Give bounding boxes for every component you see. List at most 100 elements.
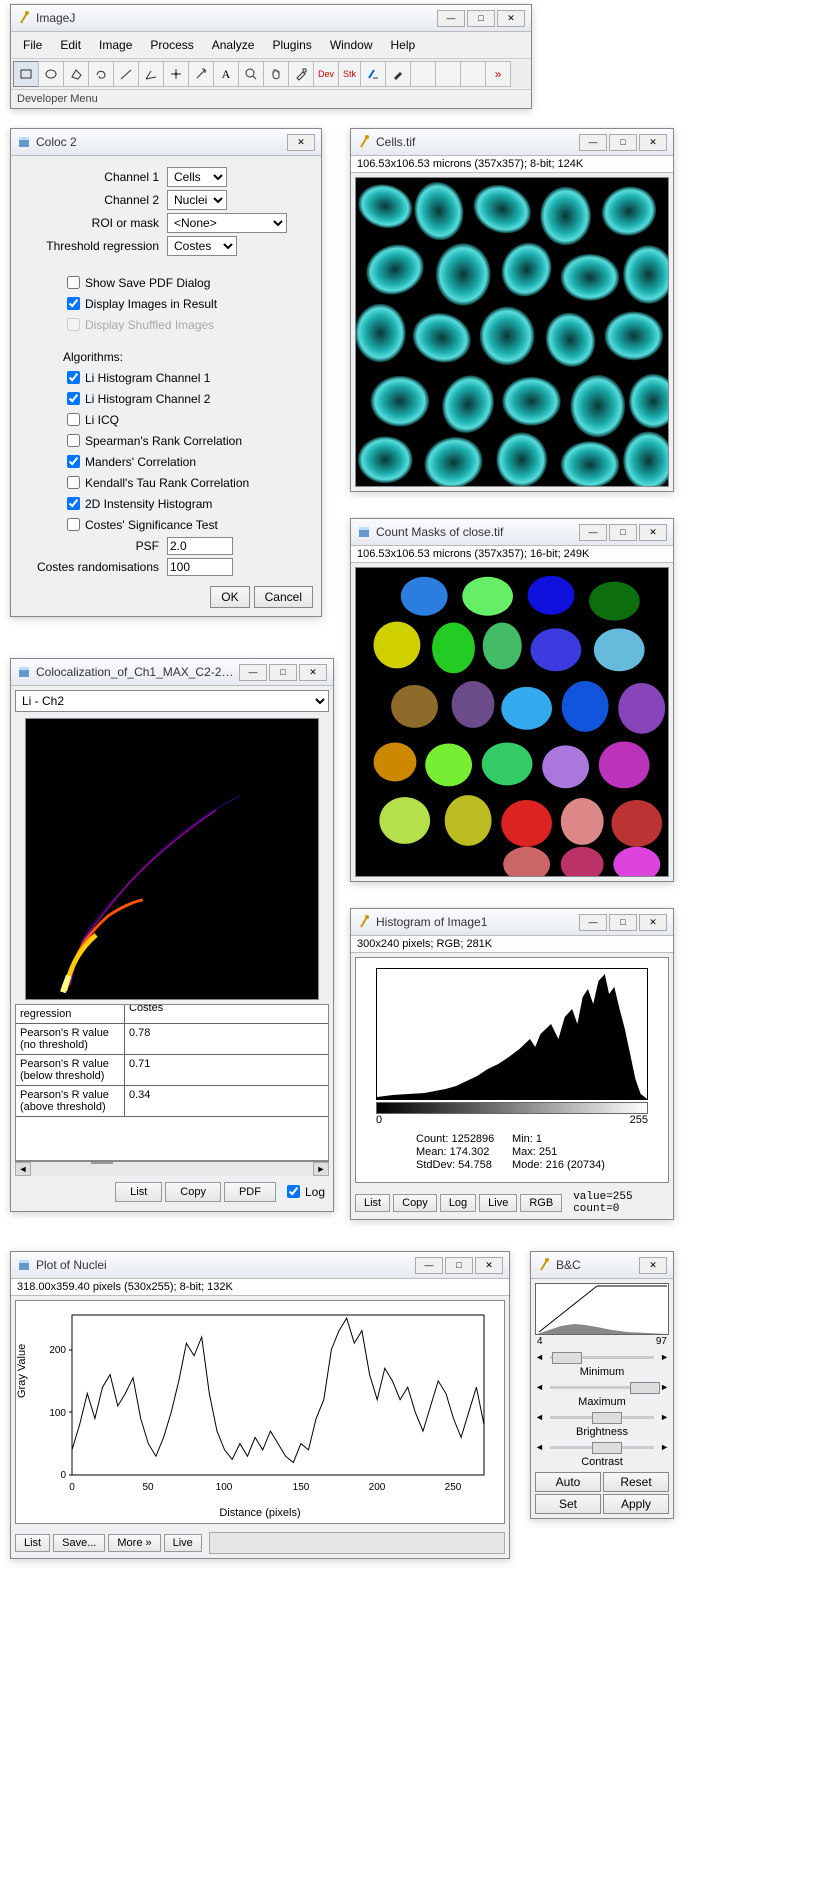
set-button[interactable]: Set (535, 1494, 601, 1514)
picker-tool-icon[interactable] (288, 61, 314, 87)
stk-button[interactable]: Stk (338, 61, 361, 87)
menu-edit[interactable]: Edit (52, 35, 89, 55)
h-scrollbar[interactable]: ◄ ► (15, 1161, 329, 1176)
scroll-right-icon[interactable]: ► (660, 1382, 669, 1392)
close-button[interactable]: ✕ (639, 1257, 667, 1274)
line-tool-icon[interactable] (113, 61, 139, 87)
scroll-left-icon[interactable]: ◄ (535, 1442, 544, 1452)
kend-checkbox[interactable] (67, 476, 80, 489)
scroll-right-button[interactable]: ► (313, 1162, 329, 1176)
close-button[interactable]: ✕ (639, 134, 667, 151)
scroll-right-icon[interactable]: ► (660, 1352, 669, 1362)
cost-checkbox[interactable] (67, 518, 80, 531)
scroll-left-button[interactable]: ◄ (15, 1162, 31, 1176)
freehand-tool-icon[interactable] (88, 61, 114, 87)
copy-button[interactable]: Copy (165, 1182, 221, 1202)
rand-input[interactable] (167, 558, 233, 576)
pdf-checkbox[interactable] (67, 276, 80, 289)
ch1-select[interactable]: Cells (167, 167, 227, 187)
li1-checkbox[interactable] (67, 371, 80, 384)
text-tool-icon[interactable]: A (213, 61, 239, 87)
li2-checkbox[interactable] (67, 392, 80, 405)
dev-button[interactable]: Dev (313, 61, 339, 87)
mand-checkbox[interactable] (67, 455, 80, 468)
reset-button[interactable]: Reset (603, 1472, 669, 1492)
menu-process[interactable]: Process (142, 35, 201, 55)
result-view-select[interactable]: Li - Ch2 (15, 690, 329, 712)
thresh-select[interactable]: Costes (167, 236, 237, 256)
more-tools-button[interactable]: » (485, 61, 511, 87)
scroll-left-icon[interactable]: ◄ (535, 1412, 544, 1422)
close-button[interactable]: ✕ (299, 664, 327, 681)
ok-button[interactable]: OK (210, 586, 249, 608)
apply-button[interactable]: Apply (603, 1494, 669, 1514)
live-button[interactable]: Live (479, 1194, 517, 1212)
brush-tool-icon[interactable] (385, 61, 411, 87)
zoom-tool-icon[interactable] (238, 61, 264, 87)
pdf-button[interactable]: PDF (224, 1182, 276, 1202)
hist-checkbox[interactable] (67, 497, 80, 510)
minimize-button[interactable]: ― (437, 10, 465, 27)
close-button[interactable]: ✕ (475, 1257, 503, 1274)
oval-tool-icon[interactable] (38, 61, 64, 87)
maximize-button[interactable]: □ (609, 914, 637, 931)
spear-checkbox[interactable] (67, 434, 80, 447)
ch2-select[interactable]: Nuclei (167, 190, 227, 210)
cancel-button[interactable]: Cancel (254, 586, 313, 608)
minimize-button[interactable]: ― (579, 134, 607, 151)
wand-tool-icon[interactable] (188, 61, 214, 87)
log-checkbox[interactable] (287, 1185, 300, 1198)
close-button[interactable]: ✕ (639, 524, 667, 541)
list-button[interactable]: List (355, 1194, 390, 1212)
blank-tool-3[interactable] (460, 61, 486, 87)
brightness-slider[interactable] (550, 1410, 654, 1424)
close-button[interactable]: ✕ (497, 10, 525, 27)
maximize-button[interactable]: □ (269, 664, 297, 681)
min-slider[interactable] (550, 1350, 654, 1364)
close-button[interactable]: ✕ (287, 134, 315, 151)
contrast-slider[interactable] (550, 1440, 654, 1454)
copy-button[interactable]: Copy (393, 1194, 437, 1212)
blank-tool-2[interactable] (435, 61, 461, 87)
scroll-thumb[interactable] (91, 1162, 113, 1164)
hand-tool-icon[interactable] (263, 61, 289, 87)
scroll-right-icon[interactable]: ► (660, 1412, 669, 1422)
menu-help[interactable]: Help (383, 35, 424, 55)
save-button[interactable]: Save... (53, 1534, 105, 1552)
icq-checkbox[interactable] (67, 413, 80, 426)
minimize-button[interactable]: ― (579, 914, 607, 931)
minimize-button[interactable]: ― (415, 1257, 443, 1274)
minimize-button[interactable]: ― (239, 664, 267, 681)
menu-window[interactable]: Window (322, 35, 381, 55)
maximize-button[interactable]: □ (467, 10, 495, 27)
max-slider[interactable] (550, 1380, 654, 1394)
close-button[interactable]: ✕ (639, 914, 667, 931)
lut-tool-icon[interactable] (360, 61, 386, 87)
maximize-button[interactable]: □ (445, 1257, 473, 1274)
roi-select[interactable]: <None> (167, 213, 287, 233)
rect-tool-icon[interactable] (13, 61, 39, 87)
live-button[interactable]: Live (164, 1534, 202, 1552)
minimize-button[interactable]: ― (579, 524, 607, 541)
scroll-left-icon[interactable]: ◄ (535, 1352, 544, 1362)
disp-checkbox[interactable] (67, 297, 80, 310)
more-button[interactable]: More » (108, 1534, 160, 1552)
menu-image[interactable]: Image (91, 35, 140, 55)
list-button[interactable]: List (15, 1534, 50, 1552)
point-tool-icon[interactable] (163, 61, 189, 87)
menu-file[interactable]: File (15, 35, 50, 55)
scroll-right-icon[interactable]: ► (660, 1442, 669, 1452)
masks-image[interactable] (355, 567, 669, 877)
rgb-button[interactable]: RGB (520, 1194, 562, 1212)
menu-plugins[interactable]: Plugins (264, 35, 319, 55)
cells-image[interactable] (355, 177, 669, 487)
menu-analyze[interactable]: Analyze (204, 35, 263, 55)
psf-input[interactable] (167, 537, 233, 555)
polygon-tool-icon[interactable] (63, 61, 89, 87)
log-button[interactable]: Log (440, 1194, 476, 1212)
list-button[interactable]: List (115, 1182, 162, 1202)
angle-tool-icon[interactable] (138, 61, 164, 87)
auto-button[interactable]: Auto (535, 1472, 601, 1492)
blank-tool-1[interactable] (410, 61, 436, 87)
scroll-left-icon[interactable]: ◄ (535, 1382, 544, 1392)
